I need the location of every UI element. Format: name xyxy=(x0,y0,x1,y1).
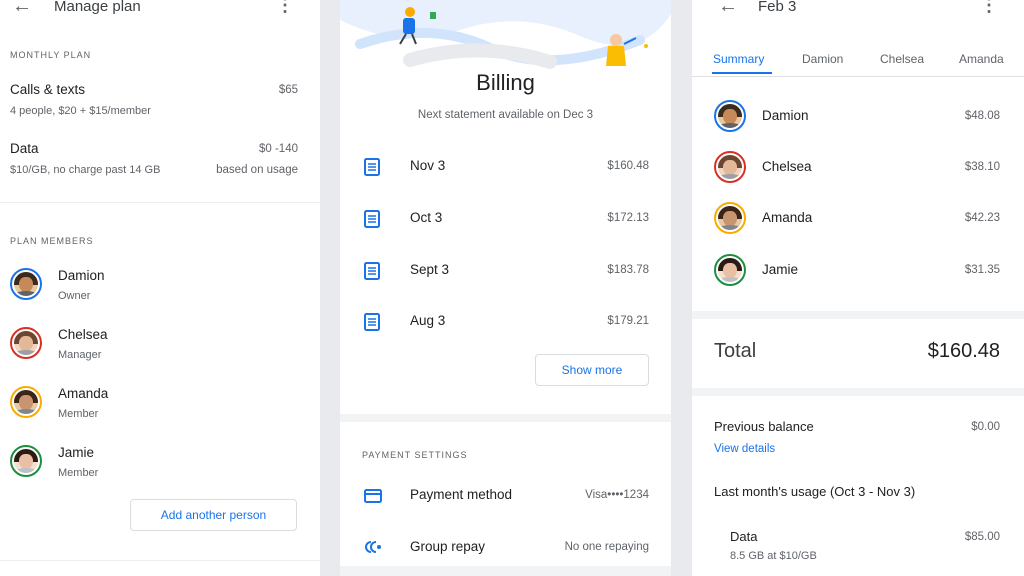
back-arrow-icon[interactable]: ← xyxy=(12,0,32,16)
statement-amount: $172.13 xyxy=(607,212,649,224)
avatar xyxy=(10,386,42,418)
member-name: Damion xyxy=(58,268,105,283)
person-amount: $48.08 xyxy=(964,110,1000,122)
top-app-bar: ← Manage plan ⋮ xyxy=(0,0,320,24)
previous-balance-amount: $0.00 xyxy=(971,421,1000,433)
avatar xyxy=(10,327,42,359)
statement-amount: $179.21 xyxy=(607,315,649,327)
more-options-icon[interactable]: ⋮ xyxy=(980,0,998,14)
view-details-link[interactable]: View details xyxy=(714,443,775,455)
group-repay-label: Group repay xyxy=(410,539,486,554)
statement-date: Aug 3 xyxy=(410,313,446,328)
more-options-icon[interactable]: ⋮ xyxy=(276,0,294,14)
bottom-edge xyxy=(340,566,671,576)
billing-illustration xyxy=(340,0,671,72)
statement-date: Sept 3 xyxy=(410,262,450,277)
tab-summary[interactable]: Summary xyxy=(713,52,764,66)
statement-date: Oct 3 xyxy=(410,210,443,225)
group-repay-value: No one repaying xyxy=(564,541,649,553)
data-amount-note: based on usage xyxy=(216,164,298,176)
usage-item-label: Data xyxy=(730,529,758,544)
avatar xyxy=(714,254,746,286)
section-divider xyxy=(340,414,671,422)
person-amount: $38.10 xyxy=(964,161,1000,173)
document-icon xyxy=(364,158,380,176)
group-repay-icon xyxy=(365,541,381,553)
next-statement-text: Next statement available on Dec 3 xyxy=(417,109,594,121)
manage-plan-screen: ← Manage plan ⋮ MONTHLY PLAN Calls & tex… xyxy=(0,0,320,576)
avatar xyxy=(10,445,42,477)
avatar xyxy=(714,151,746,183)
payment-method-label: Payment method xyxy=(410,487,513,502)
person-amount: $42.23 xyxy=(964,212,1000,224)
divider xyxy=(0,202,320,203)
monthly-plan-heading: MONTHLY PLAN xyxy=(10,50,92,60)
member-name: Amanda xyxy=(58,386,109,401)
plan-members-heading: PLAN MEMBERS xyxy=(10,236,94,246)
calls-texts-label: Calls & texts xyxy=(10,82,86,97)
person-name: Damion xyxy=(762,108,809,123)
add-another-person-button[interactable]: Add another person xyxy=(130,499,297,531)
billing-sheet: Billing Next statement available on Dec … xyxy=(340,0,671,576)
member-role: Member xyxy=(58,467,99,479)
document-icon xyxy=(364,313,380,331)
data-amount: $0 -140 xyxy=(258,143,298,155)
statement-amount: $183.78 xyxy=(607,264,649,276)
member-role: Owner xyxy=(58,290,91,302)
page-title: Manage plan xyxy=(54,0,141,15)
tab-amanda[interactable]: Amanda xyxy=(959,52,1004,66)
person-name: Jamie xyxy=(762,262,799,277)
total-amount: $160.48 xyxy=(927,340,1000,362)
tab-damion[interactable]: Damion xyxy=(802,52,843,66)
section-divider xyxy=(692,388,1024,396)
document-icon xyxy=(364,262,380,280)
credit-card-icon xyxy=(364,489,382,503)
page-title: Billing xyxy=(476,70,535,95)
page-title: Feb 3 xyxy=(758,0,797,15)
section-divider xyxy=(692,311,1024,319)
statement-detail-screen: ← Feb 3 ⋮ Summary Damion Chelsea Amanda … xyxy=(692,0,1024,576)
billing-screen: Billing Next statement available on Dec … xyxy=(340,0,671,576)
payment-method-value: Visa••••1234 xyxy=(585,489,649,501)
usage-item-detail: 8.5 GB at $10/GB xyxy=(730,550,817,562)
calls-texts-amount: $65 xyxy=(278,84,298,96)
usage-item-amount: $85.00 xyxy=(964,531,1000,543)
person-amount: $31.35 xyxy=(964,264,1000,276)
avatar xyxy=(714,100,746,132)
document-icon xyxy=(364,210,380,228)
person-name: Chelsea xyxy=(762,159,812,174)
member-role: Member xyxy=(58,408,99,420)
divider xyxy=(0,560,320,561)
member-name: Jamie xyxy=(58,445,95,460)
tab-chelsea[interactable]: Chelsea xyxy=(880,52,924,66)
avatar xyxy=(10,268,42,300)
data-detail: $10/GB, no charge past 14 GB xyxy=(10,164,161,176)
top-app-bar: ← Feb 3 ⋮ xyxy=(692,0,1024,24)
member-name: Chelsea xyxy=(58,327,108,342)
calls-texts-detail: 4 people, $20 + $15/member xyxy=(10,105,151,117)
back-arrow-icon[interactable]: ← xyxy=(718,0,738,16)
data-label: Data xyxy=(10,141,39,156)
avatar xyxy=(714,202,746,234)
person-name: Amanda xyxy=(762,210,813,225)
divider xyxy=(692,76,1024,77)
show-more-button[interactable]: Show more xyxy=(535,354,649,386)
active-tab-indicator xyxy=(712,72,772,74)
payment-settings-heading: PAYMENT SETTINGS xyxy=(362,450,468,460)
member-role: Manager xyxy=(58,349,102,361)
usage-heading: Last month's usage (Oct 3 - Nov 3) xyxy=(714,484,916,499)
previous-balance-label: Previous balance xyxy=(714,419,814,434)
total-label: Total xyxy=(714,340,757,362)
statement-amount: $160.48 xyxy=(607,160,649,172)
statement-date: Nov 3 xyxy=(410,158,446,173)
